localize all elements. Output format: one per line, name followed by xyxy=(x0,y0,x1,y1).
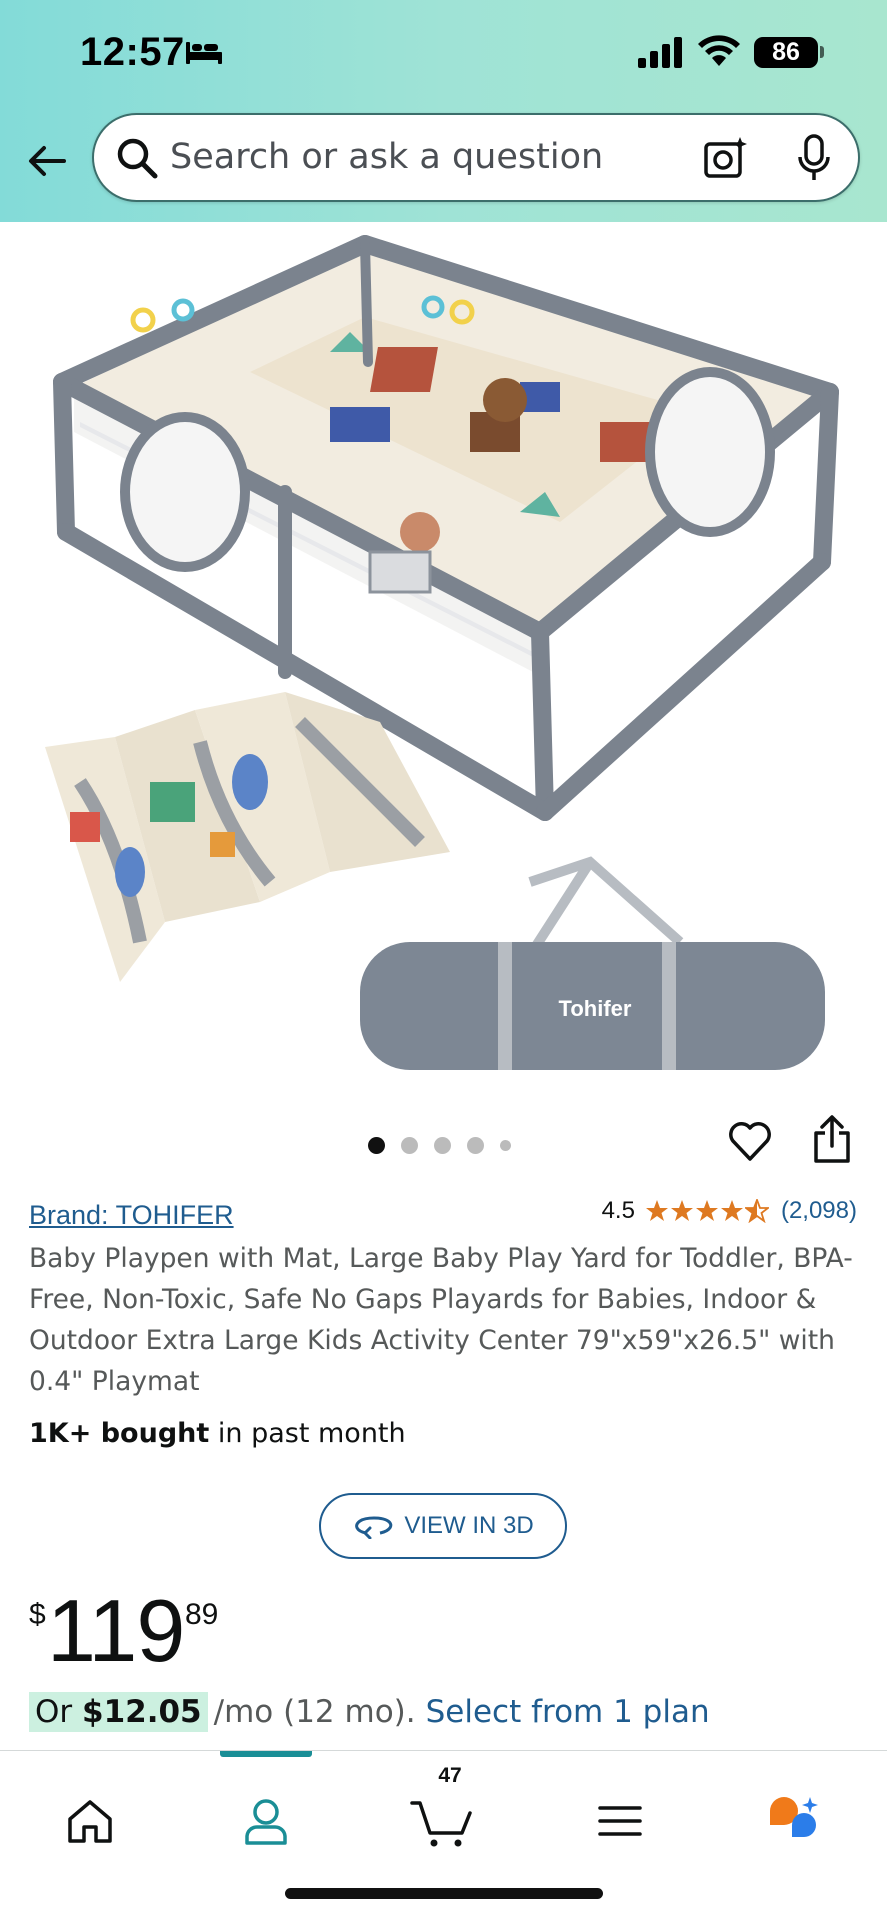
cart-icon[interactable] xyxy=(410,1781,476,1851)
status-time: 12:57 xyxy=(80,30,185,74)
monthly-amount: $12.05 xyxy=(82,1694,202,1730)
camera-search-icon[interactable] xyxy=(702,135,748,181)
rating-summary[interactable]: 4.5 (2,098) xyxy=(602,1197,857,1225)
price-currency: $ xyxy=(29,1598,46,1631)
rating-value: 4.5 xyxy=(601,1197,635,1224)
menu-icon[interactable] xyxy=(590,1791,650,1851)
status-bar: 12:57 86 xyxy=(0,0,887,104)
product-image-gallery[interactable]: Tohifer xyxy=(0,222,887,1082)
carousel-dot-3[interactable] xyxy=(434,1136,451,1154)
rotate-3d-icon xyxy=(355,1516,393,1539)
star-full-icon xyxy=(720,1200,743,1221)
brand-link[interactable]: Brand: TOHIFER xyxy=(29,1200,234,1231)
monthly-payment-offer: Or $12.05 /mo (12 mo). Select from 1 pla… xyxy=(29,1692,710,1732)
search-input[interactable]: Search or ask a question xyxy=(170,137,603,177)
battery-indicator: 86 xyxy=(754,37,818,68)
wifi-icon xyxy=(698,35,740,66)
search-icon xyxy=(117,138,158,179)
cart-count-badge: 47 xyxy=(438,1764,462,1787)
share-icon[interactable] xyxy=(811,1115,853,1165)
microphone-icon[interactable] xyxy=(794,133,834,183)
cellular-signal-icon xyxy=(638,37,682,68)
sleep-focus-icon xyxy=(186,42,222,64)
carousel-dot-2[interactable] xyxy=(401,1136,418,1154)
active-tab-indicator xyxy=(220,1751,312,1757)
rufus-assistant-icon[interactable] xyxy=(764,1791,824,1851)
home-icon[interactable] xyxy=(60,1791,120,1851)
price-fraction: 89 xyxy=(185,1598,219,1631)
purchase-count: 1K+ bought in past month xyxy=(29,1418,406,1449)
view-in-3d-button[interactable]: VIEW IN 3D xyxy=(319,1493,567,1559)
carousel-dot-5[interactable] xyxy=(500,1139,511,1151)
image-carousel-dots[interactable] xyxy=(368,1135,511,1155)
home-indicator[interactable] xyxy=(285,1888,603,1899)
carousel-dot-1[interactable] xyxy=(368,1136,385,1154)
back-arrow-icon[interactable] xyxy=(24,138,70,184)
account-icon[interactable] xyxy=(236,1791,296,1851)
battery-tip xyxy=(820,46,824,58)
product-title: Baby Playpen with Mat, Large Baby Play Y… xyxy=(29,1243,853,1397)
price-whole: 119 xyxy=(47,1581,185,1680)
purchase-count-bold: 1K+ bought xyxy=(29,1418,210,1449)
search-bar[interactable]: Search or ask a question xyxy=(92,113,860,202)
purchase-count-rest: in past month xyxy=(209,1418,406,1449)
heart-icon[interactable] xyxy=(727,1118,773,1164)
header: 12:57 86 Search or ask a question xyxy=(0,0,887,222)
monthly-amount-highlight: Or $12.05 xyxy=(29,1692,208,1732)
bag-logo-text: Tohifer xyxy=(559,996,632,1021)
star-full-icon xyxy=(670,1200,693,1221)
view-in-3d-label: VIEW IN 3D xyxy=(404,1512,534,1539)
select-plan-link[interactable]: Select from 1 plan xyxy=(426,1694,710,1730)
star-rating xyxy=(645,1199,769,1223)
product-image: Tohifer xyxy=(45,235,839,1070)
monthly-terms: /mo (12 mo). xyxy=(213,1694,416,1730)
monthly-prefix: Or xyxy=(35,1694,82,1730)
rating-count-link[interactable]: (2,098) xyxy=(781,1197,857,1225)
star-half-icon xyxy=(744,1199,769,1223)
star-full-icon xyxy=(695,1200,718,1221)
star-full-icon xyxy=(645,1200,668,1221)
carousel-dot-4[interactable] xyxy=(467,1136,484,1154)
